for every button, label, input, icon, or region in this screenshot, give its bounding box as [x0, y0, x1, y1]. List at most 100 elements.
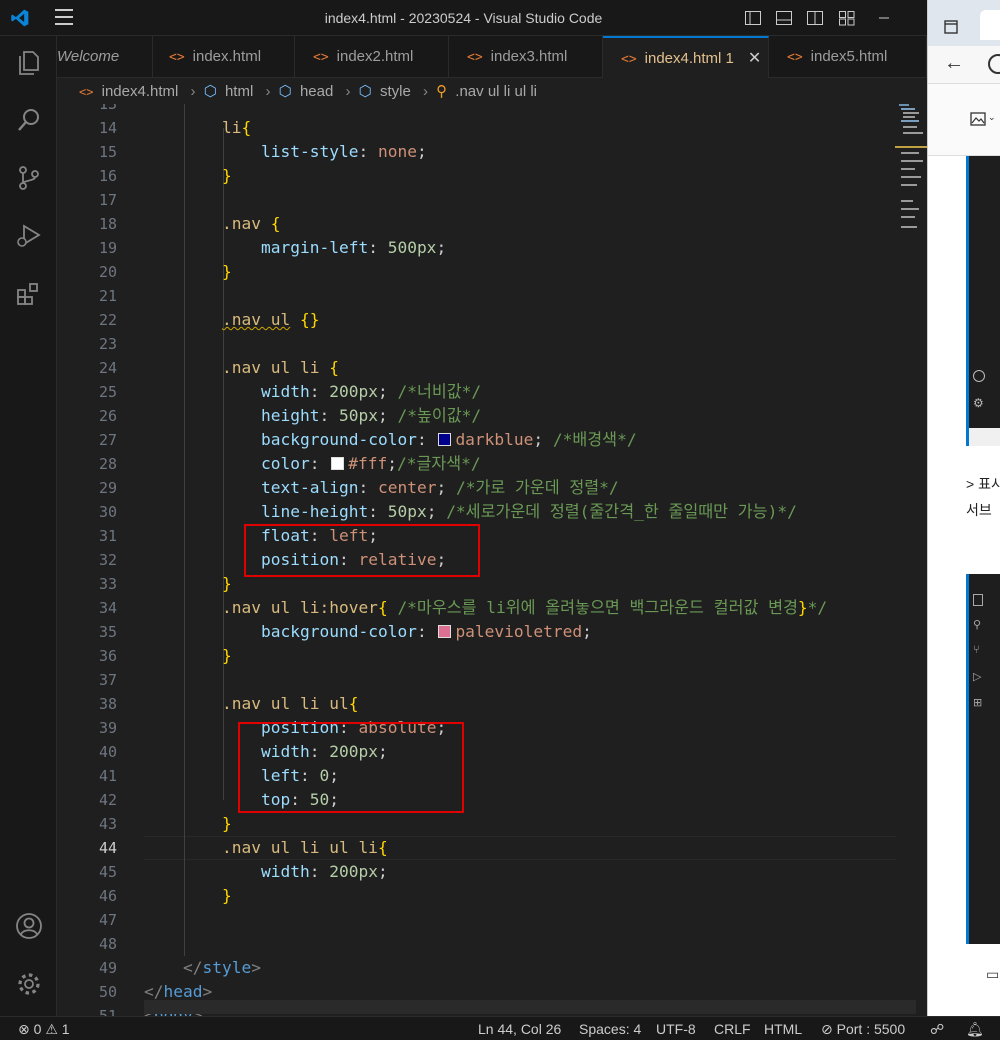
chevron-right-icon: ›	[345, 83, 351, 100]
tab-index2[interactable]: <> index2.html	[295, 36, 449, 78]
source-control-icon: ⑂	[973, 644, 980, 656]
line-number: 25	[98, 383, 117, 401]
line-number: 47	[98, 911, 117, 929]
browser-tab[interactable]	[980, 10, 1000, 40]
line-number: 23	[98, 335, 117, 353]
color-swatch[interactable]	[438, 433, 452, 446]
toggle-secondary-sidebar-icon[interactable]	[806, 9, 824, 27]
line-number: 28	[98, 455, 117, 473]
search-icon[interactable]	[13, 104, 45, 136]
code-line[interactable]: background-color: palevioletred;	[261, 620, 592, 644]
code-line[interactable]: line-height: 50px; /*세로가운데 정렬(줄간격_한 줄일때만…	[261, 500, 797, 524]
tab-label: index4.html 1	[644, 50, 734, 67]
account-icon[interactable]	[13, 910, 45, 942]
breadcrumb-item[interactable]: index4.html	[102, 83, 179, 100]
settings-gear-icon[interactable]	[13, 968, 45, 1000]
breadcrumb-item[interactable]: style	[380, 83, 411, 100]
toggle-primary-sidebar-icon[interactable]	[744, 9, 762, 27]
line-number: 13	[98, 104, 117, 113]
line-number: 15	[98, 143, 117, 161]
chevron-right-icon: ›	[422, 83, 428, 100]
code-line[interactable]: .nav {	[222, 212, 280, 236]
code-line[interactable]: margin-left: 500px;	[261, 236, 446, 260]
port-label: Port : 5500	[836, 1021, 906, 1037]
line-number: 26	[98, 407, 117, 425]
browser-nav-bar: ←	[928, 46, 1000, 84]
minimap[interactable]	[895, 104, 927, 1016]
line-number: 29	[98, 479, 117, 497]
code-line[interactable]: }	[222, 164, 232, 188]
tab-index5[interactable]: <> index5.html	[769, 36, 927, 78]
encoding[interactable]: UTF-8	[656, 1021, 696, 1037]
title-bar: index4.html - 20230524 - Visual Studio C…	[0, 0, 927, 36]
toggle-panel-icon[interactable]	[775, 9, 793, 27]
tab-actions-icon[interactable]	[944, 20, 958, 34]
code-line[interactable]: }	[222, 260, 232, 284]
code-line[interactable]: width: 200px; /*너비값*/	[261, 380, 481, 404]
source-control-icon[interactable]	[13, 162, 45, 194]
breadcrumb-item[interactable]: html	[225, 83, 253, 100]
code-line[interactable]: color: #fff;/*글자색*/	[261, 452, 481, 476]
tab-index3[interactable]: <> index3.html	[449, 36, 603, 78]
cursor-position[interactable]: Ln 44, Col 26	[478, 1021, 561, 1037]
image-icon[interactable]	[970, 112, 986, 126]
line-number: 50	[98, 983, 117, 1001]
feedback-icon[interactable]: ☍	[930, 1021, 944, 1038]
language-mode[interactable]: HTML	[764, 1021, 802, 1037]
tab-index4[interactable]: <> index4.html 1 ✕	[603, 36, 769, 78]
refresh-icon[interactable]	[988, 54, 1000, 74]
code-line[interactable]: }	[222, 572, 232, 596]
run-debug-icon[interactable]	[13, 220, 45, 252]
code-line[interactable]: .nav ul li ul li{	[222, 836, 388, 860]
code-line[interactable]: .nav ul {}	[222, 308, 319, 332]
page-text-line: > 표시	[966, 476, 1000, 492]
code-line[interactable]: .nav ul li:hover{ /*마우스를 li위에 올려놓으면 백그라운…	[222, 596, 827, 620]
html-file-icon: <>	[621, 52, 637, 67]
code-line[interactable]: li{	[222, 116, 251, 140]
minimize-icon[interactable]	[876, 9, 894, 27]
code-line[interactable]: background-color: darkblue; /*배경색*/	[261, 428, 637, 452]
code-line[interactable]: }	[222, 884, 232, 908]
html-file-icon: <>	[79, 85, 94, 99]
live-server-status[interactable]: ⊘ Port : 5500	[821, 1021, 905, 1038]
line-number: 20	[98, 263, 117, 281]
customize-layout-icon[interactable]	[838, 9, 856, 27]
indentation[interactable]: Spaces: 4	[579, 1021, 641, 1037]
code-line[interactable]: height: 50px; /*높이값*/	[261, 404, 481, 428]
line-number: 42	[98, 791, 117, 809]
breadcrumb-item[interactable]: .nav ul li ul li	[455, 83, 537, 100]
back-arrow-icon[interactable]: ←	[944, 52, 964, 75]
problems-indicator[interactable]: ⊗ 0 ⚠ 1	[18, 1021, 70, 1038]
code-line[interactable]: </style>	[183, 956, 261, 980]
code-line[interactable]: text-align: center; /*가로 가운데 정렬*/	[261, 476, 619, 500]
breadcrumb-item[interactable]: head	[300, 83, 333, 100]
activity-bar	[0, 36, 57, 1016]
line-number: 45	[98, 863, 117, 881]
device-icon[interactable]: ▭	[986, 966, 999, 983]
explorer-icon[interactable]	[13, 46, 45, 78]
notifications-bell-icon[interactable]: 🔔︎	[966, 1021, 984, 1038]
error-count: 0	[33, 1021, 42, 1037]
line-number: 48	[98, 935, 117, 953]
tab-index[interactable]: <> index.html	[153, 36, 295, 78]
line-number: 38	[98, 695, 117, 713]
close-icon[interactable]: ✕	[748, 50, 761, 67]
line-ending[interactable]: CRLF	[714, 1021, 751, 1037]
line-number: 33	[98, 575, 117, 593]
horizontal-scrollbar[interactable]	[144, 1000, 916, 1014]
chevron-down-icon[interactable]: ⌄	[988, 112, 996, 123]
settings-gear-icon: ⚙	[973, 396, 984, 410]
extensions-icon[interactable]	[13, 278, 45, 310]
code-editor[interactable]: 13 14 15 16 17 18 19 20 21 22 23 24 25 26 27 28 29 30 31 32…	[57, 104, 927, 1016]
code-line[interactable]: .nav ul li {	[222, 356, 339, 380]
color-swatch[interactable]	[331, 457, 345, 470]
code-line[interactable]: list-style: none;	[261, 140, 427, 164]
line-number: 44	[98, 839, 117, 857]
color-swatch[interactable]	[438, 625, 452, 638]
code-line[interactable]: }	[222, 644, 232, 668]
element-icon: ⬡	[358, 83, 372, 100]
code-line[interactable]: width: 200px;	[261, 860, 388, 884]
code-line[interactable]: .nav ul li ul{	[222, 692, 358, 716]
tab-welcome[interactable]: Welcome	[57, 36, 153, 78]
code-line[interactable]: }	[222, 812, 232, 836]
